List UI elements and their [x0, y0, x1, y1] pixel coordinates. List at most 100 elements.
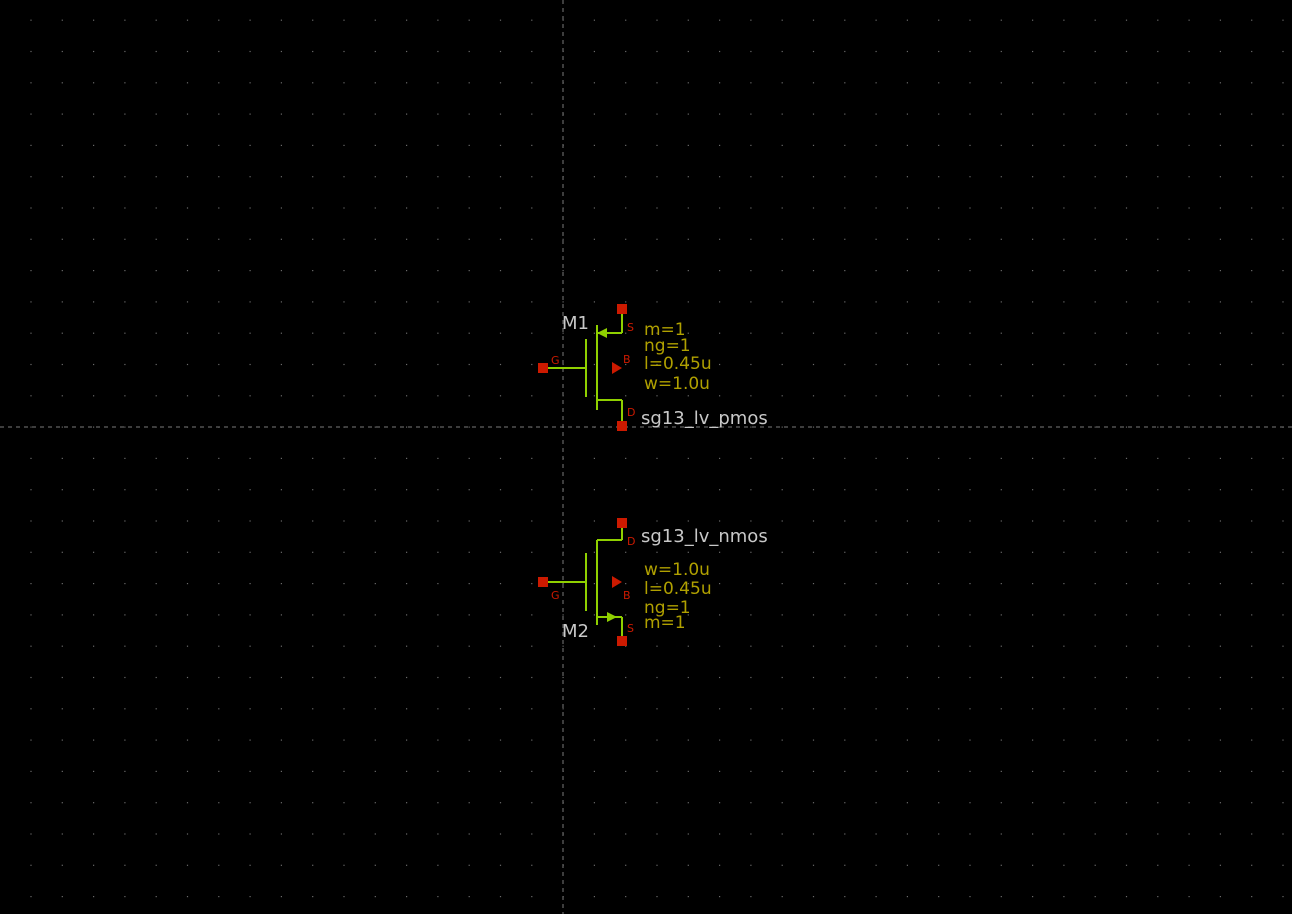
grid-dot	[1063, 176, 1065, 178]
grid-dot	[374, 833, 376, 835]
grid-dot	[499, 363, 502, 366]
grid-dot	[30, 645, 32, 647]
grid-dot	[499, 739, 502, 741]
grid-dot	[1032, 238, 1034, 240]
grid-dot	[155, 50, 157, 53]
grid-dot	[906, 520, 908, 522]
m1-source-pin[interactable]	[617, 304, 627, 314]
grid-dot	[906, 896, 908, 898]
grid-dot	[1251, 270, 1253, 272]
grid-dot	[186, 864, 189, 866]
grid-dot	[750, 144, 752, 146]
grid-dot	[93, 144, 95, 146]
grid-dot	[374, 896, 376, 898]
grid-dot	[1000, 676, 1002, 679]
m2-drain-pin[interactable]	[617, 518, 627, 528]
grid-dot	[343, 113, 345, 115]
grid-dot	[875, 645, 877, 647]
grid-dot	[406, 176, 408, 178]
m1-gate-pin[interactable]	[538, 363, 548, 373]
m2-pin-d-label: D	[627, 535, 635, 548]
grid-dot	[186, 363, 189, 366]
grid-dot	[781, 645, 783, 647]
grid-dot	[969, 207, 971, 209]
grid-dot	[1157, 802, 1159, 804]
grid-dot	[1282, 896, 1284, 898]
grid-dot	[812, 176, 815, 178]
grid-dot	[468, 176, 470, 178]
grid-dot	[656, 896, 658, 898]
grid-dot	[656, 833, 658, 835]
grid-dot	[312, 207, 314, 209]
m2-source-pin[interactable]	[617, 636, 627, 646]
grid-dot	[218, 739, 220, 741]
m2-instance-name[interactable]: M2	[562, 621, 589, 642]
grid-dot	[93, 363, 95, 366]
m1-param-ng: ng=1	[644, 336, 691, 356]
grid-dot	[906, 583, 908, 585]
grid-dot	[625, 864, 627, 866]
m1-drain-pin[interactable]	[617, 421, 627, 431]
grid-dot	[1094, 739, 1096, 741]
grid-dot	[1282, 270, 1284, 272]
grid-dot	[1251, 207, 1253, 209]
grid-dot	[656, 770, 658, 772]
grid-dot	[437, 520, 439, 522]
grid-dot	[280, 802, 282, 804]
grid-dot	[61, 551, 63, 553]
grid-dot	[374, 176, 376, 178]
grid-dot	[1094, 176, 1096, 178]
m1-model-name[interactable]: sg13_lv_pmos	[641, 408, 768, 429]
grid-dot	[312, 520, 314, 522]
grid-dot	[656, 489, 658, 491]
grid-dot	[593, 363, 595, 366]
grid-dot	[562, 708, 564, 710]
grid-dot	[750, 551, 752, 553]
grid-dot	[280, 82, 282, 84]
schematic-canvas[interactable]: S G B D M1 sg13_lv_pmos m=1 ng=1 l=0.45u…	[0, 0, 1292, 914]
grid-dot	[406, 739, 408, 741]
grid-dot	[593, 864, 595, 866]
grid-dot	[1188, 770, 1190, 772]
grid-dot	[124, 676, 126, 679]
grid-dot	[1032, 802, 1034, 804]
grid-dot	[938, 176, 940, 178]
m2-gate-pin[interactable]	[538, 577, 548, 587]
grid-dot	[312, 19, 314, 21]
grid-dot	[1188, 301, 1190, 303]
grid-dot	[875, 489, 877, 491]
grid-dot	[562, 301, 564, 303]
grid-dot	[1125, 457, 1128, 459]
grid-dot	[280, 489, 282, 491]
grid-dot	[875, 739, 877, 741]
grid-dot	[781, 739, 783, 741]
grid-dot	[1000, 583, 1002, 585]
grid-dot	[1125, 896, 1128, 898]
grid-dot	[687, 457, 689, 459]
grid-dot	[1063, 864, 1065, 866]
grid-dot	[1094, 395, 1096, 397]
grid-dot	[844, 676, 846, 679]
grid-dot	[249, 864, 251, 866]
grid-dot	[374, 708, 376, 710]
grid-dot	[343, 833, 345, 835]
m2-model-name[interactable]: sg13_lv_nmos	[641, 526, 768, 547]
grid-dot	[1032, 676, 1034, 679]
grid-dot	[93, 489, 95, 491]
grid-dot	[812, 270, 815, 272]
grid-dot	[1251, 489, 1253, 491]
grid-dot	[1157, 770, 1159, 772]
grid-dot	[938, 676, 940, 679]
grid-dot	[343, 551, 345, 553]
m1-instance-name[interactable]: M1	[562, 313, 589, 334]
grid-dot	[562, 363, 564, 366]
grid-dot	[312, 270, 314, 272]
grid-dot	[1000, 708, 1002, 710]
grid-dot	[844, 238, 846, 240]
grid-dot	[1000, 864, 1002, 866]
grid-dot	[750, 739, 752, 741]
grid-dot	[719, 50, 721, 53]
grid-dot	[30, 708, 32, 710]
grid-dot	[1063, 207, 1065, 209]
grid-dot	[61, 50, 63, 53]
